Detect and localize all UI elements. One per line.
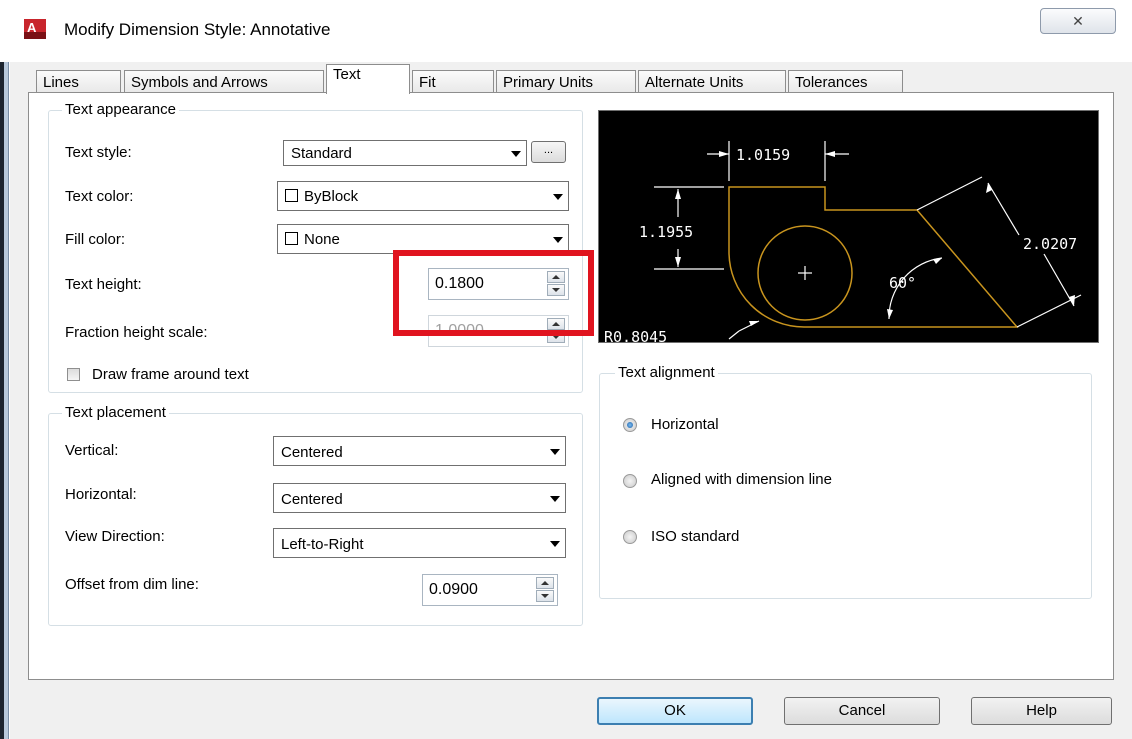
text-color-select[interactable]: ByBlock — [277, 181, 569, 211]
ok-button[interactable]: OK — [597, 697, 753, 725]
chevron-down-icon — [550, 449, 560, 455]
preview-drawing: 1.0159 1.1955 2.0207 60° R0.8045 — [604, 141, 1082, 342]
highlight-box — [393, 250, 594, 336]
color-swatch-icon — [285, 232, 298, 245]
offset-label: Offset from dim line: — [65, 576, 199, 593]
view-direction-label: View Direction: — [65, 528, 165, 545]
text-style-browse-button[interactable]: ... — [531, 141, 566, 163]
text-height-label: Text height: — [65, 276, 142, 293]
chevron-down-icon — [550, 496, 560, 502]
radius-label: R0.8045 — [604, 328, 667, 342]
radio-horizontal-label[interactable]: Horizontal — [651, 416, 719, 433]
text-style-value: Standard — [291, 145, 352, 162]
horizontal-value: Centered — [281, 491, 343, 508]
chevron-down-icon — [553, 237, 563, 243]
radio-iso-label[interactable]: ISO standard — [651, 528, 739, 545]
help-button[interactable]: Help — [971, 697, 1112, 725]
offset-input[interactable]: 0.0900 — [422, 574, 558, 606]
fill-color-label: Fill color: — [65, 231, 126, 248]
horizontal-label: Horizontal: — [65, 486, 137, 503]
tab-fit[interactable]: Fit — [412, 70, 494, 94]
vertical-select[interactable]: Centered — [273, 436, 566, 466]
draw-frame-label: Draw frame around text — [92, 366, 249, 383]
tab-symbols-and-arrows[interactable]: Symbols and Arrows — [124, 70, 324, 94]
offset-spinner[interactable] — [536, 577, 554, 603]
tab-primary-units[interactable]: Primary Units — [496, 70, 636, 94]
preview-labels: 1.0159 1.1955 2.0207 60° R0.8045 — [604, 146, 1077, 342]
preview-arrowheads — [675, 151, 1075, 326]
chevron-down-icon — [550, 541, 560, 547]
draw-frame-checkbox[interactable] — [67, 368, 80, 381]
window-title: Modify Dimension Style: Annotative — [64, 20, 331, 39]
angle-label: 60° — [889, 274, 916, 292]
svg-text:A: A — [27, 20, 37, 35]
horizontal-select[interactable]: Centered — [273, 483, 566, 513]
cancel-button[interactable]: Cancel — [784, 697, 940, 725]
chevron-down-icon — [511, 151, 521, 157]
preview-dimension-lines — [654, 141, 1082, 340]
radio-aligned-label[interactable]: Aligned with dimension line — [651, 471, 832, 488]
view-direction-value: Left-to-Right — [281, 536, 364, 553]
view-direction-select[interactable]: Left-to-Right — [273, 528, 566, 558]
dim-top-label: 1.0159 — [736, 146, 790, 164]
text-style-select[interactable]: Standard — [283, 140, 527, 166]
color-swatch-icon — [285, 189, 298, 202]
spin-down-icon[interactable] — [536, 590, 554, 602]
tab-alternate-units[interactable]: Alternate Units — [638, 70, 786, 94]
text-style-label: Text style: — [65, 144, 132, 161]
radio-horizontal[interactable] — [623, 418, 637, 432]
dim-left-label: 1.1955 — [639, 223, 693, 241]
dim-right-label: 2.0207 — [1023, 235, 1077, 253]
spin-up-icon[interactable] — [536, 577, 554, 589]
preview-geometry — [728, 186, 1019, 328]
window-frame-edge — [0, 62, 4, 739]
tab-text[interactable]: Text — [326, 64, 410, 94]
text-color-value: ByBlock — [304, 188, 359, 205]
vertical-value: Centered — [281, 444, 343, 461]
text-alignment-legend: Text alignment — [615, 364, 718, 381]
text-placement-legend: Text placement — [62, 404, 169, 421]
fill-color-value: None — [304, 231, 340, 248]
fraction-height-scale-label: Fraction height scale: — [65, 324, 208, 341]
offset-value: 0.0900 — [429, 581, 478, 598]
chevron-down-icon — [553, 194, 563, 200]
dimension-preview: 1.0159 1.1955 2.0207 60° R0.8045 — [598, 110, 1099, 343]
text-appearance-legend: Text appearance — [62, 101, 179, 118]
text-color-label: Text color: — [65, 188, 134, 205]
vertical-label: Vertical: — [65, 442, 119, 459]
tab-lines[interactable]: Lines — [36, 70, 121, 94]
tab-tolerances[interactable]: Tolerances — [788, 70, 903, 94]
autocad-app-icon: A — [24, 19, 46, 39]
radio-iso-standard[interactable] — [623, 530, 637, 544]
radio-aligned-with-dimension-line[interactable] — [623, 474, 637, 488]
close-button[interactable]: ✕ — [1040, 8, 1116, 34]
close-icon: ✕ — [1072, 12, 1084, 29]
